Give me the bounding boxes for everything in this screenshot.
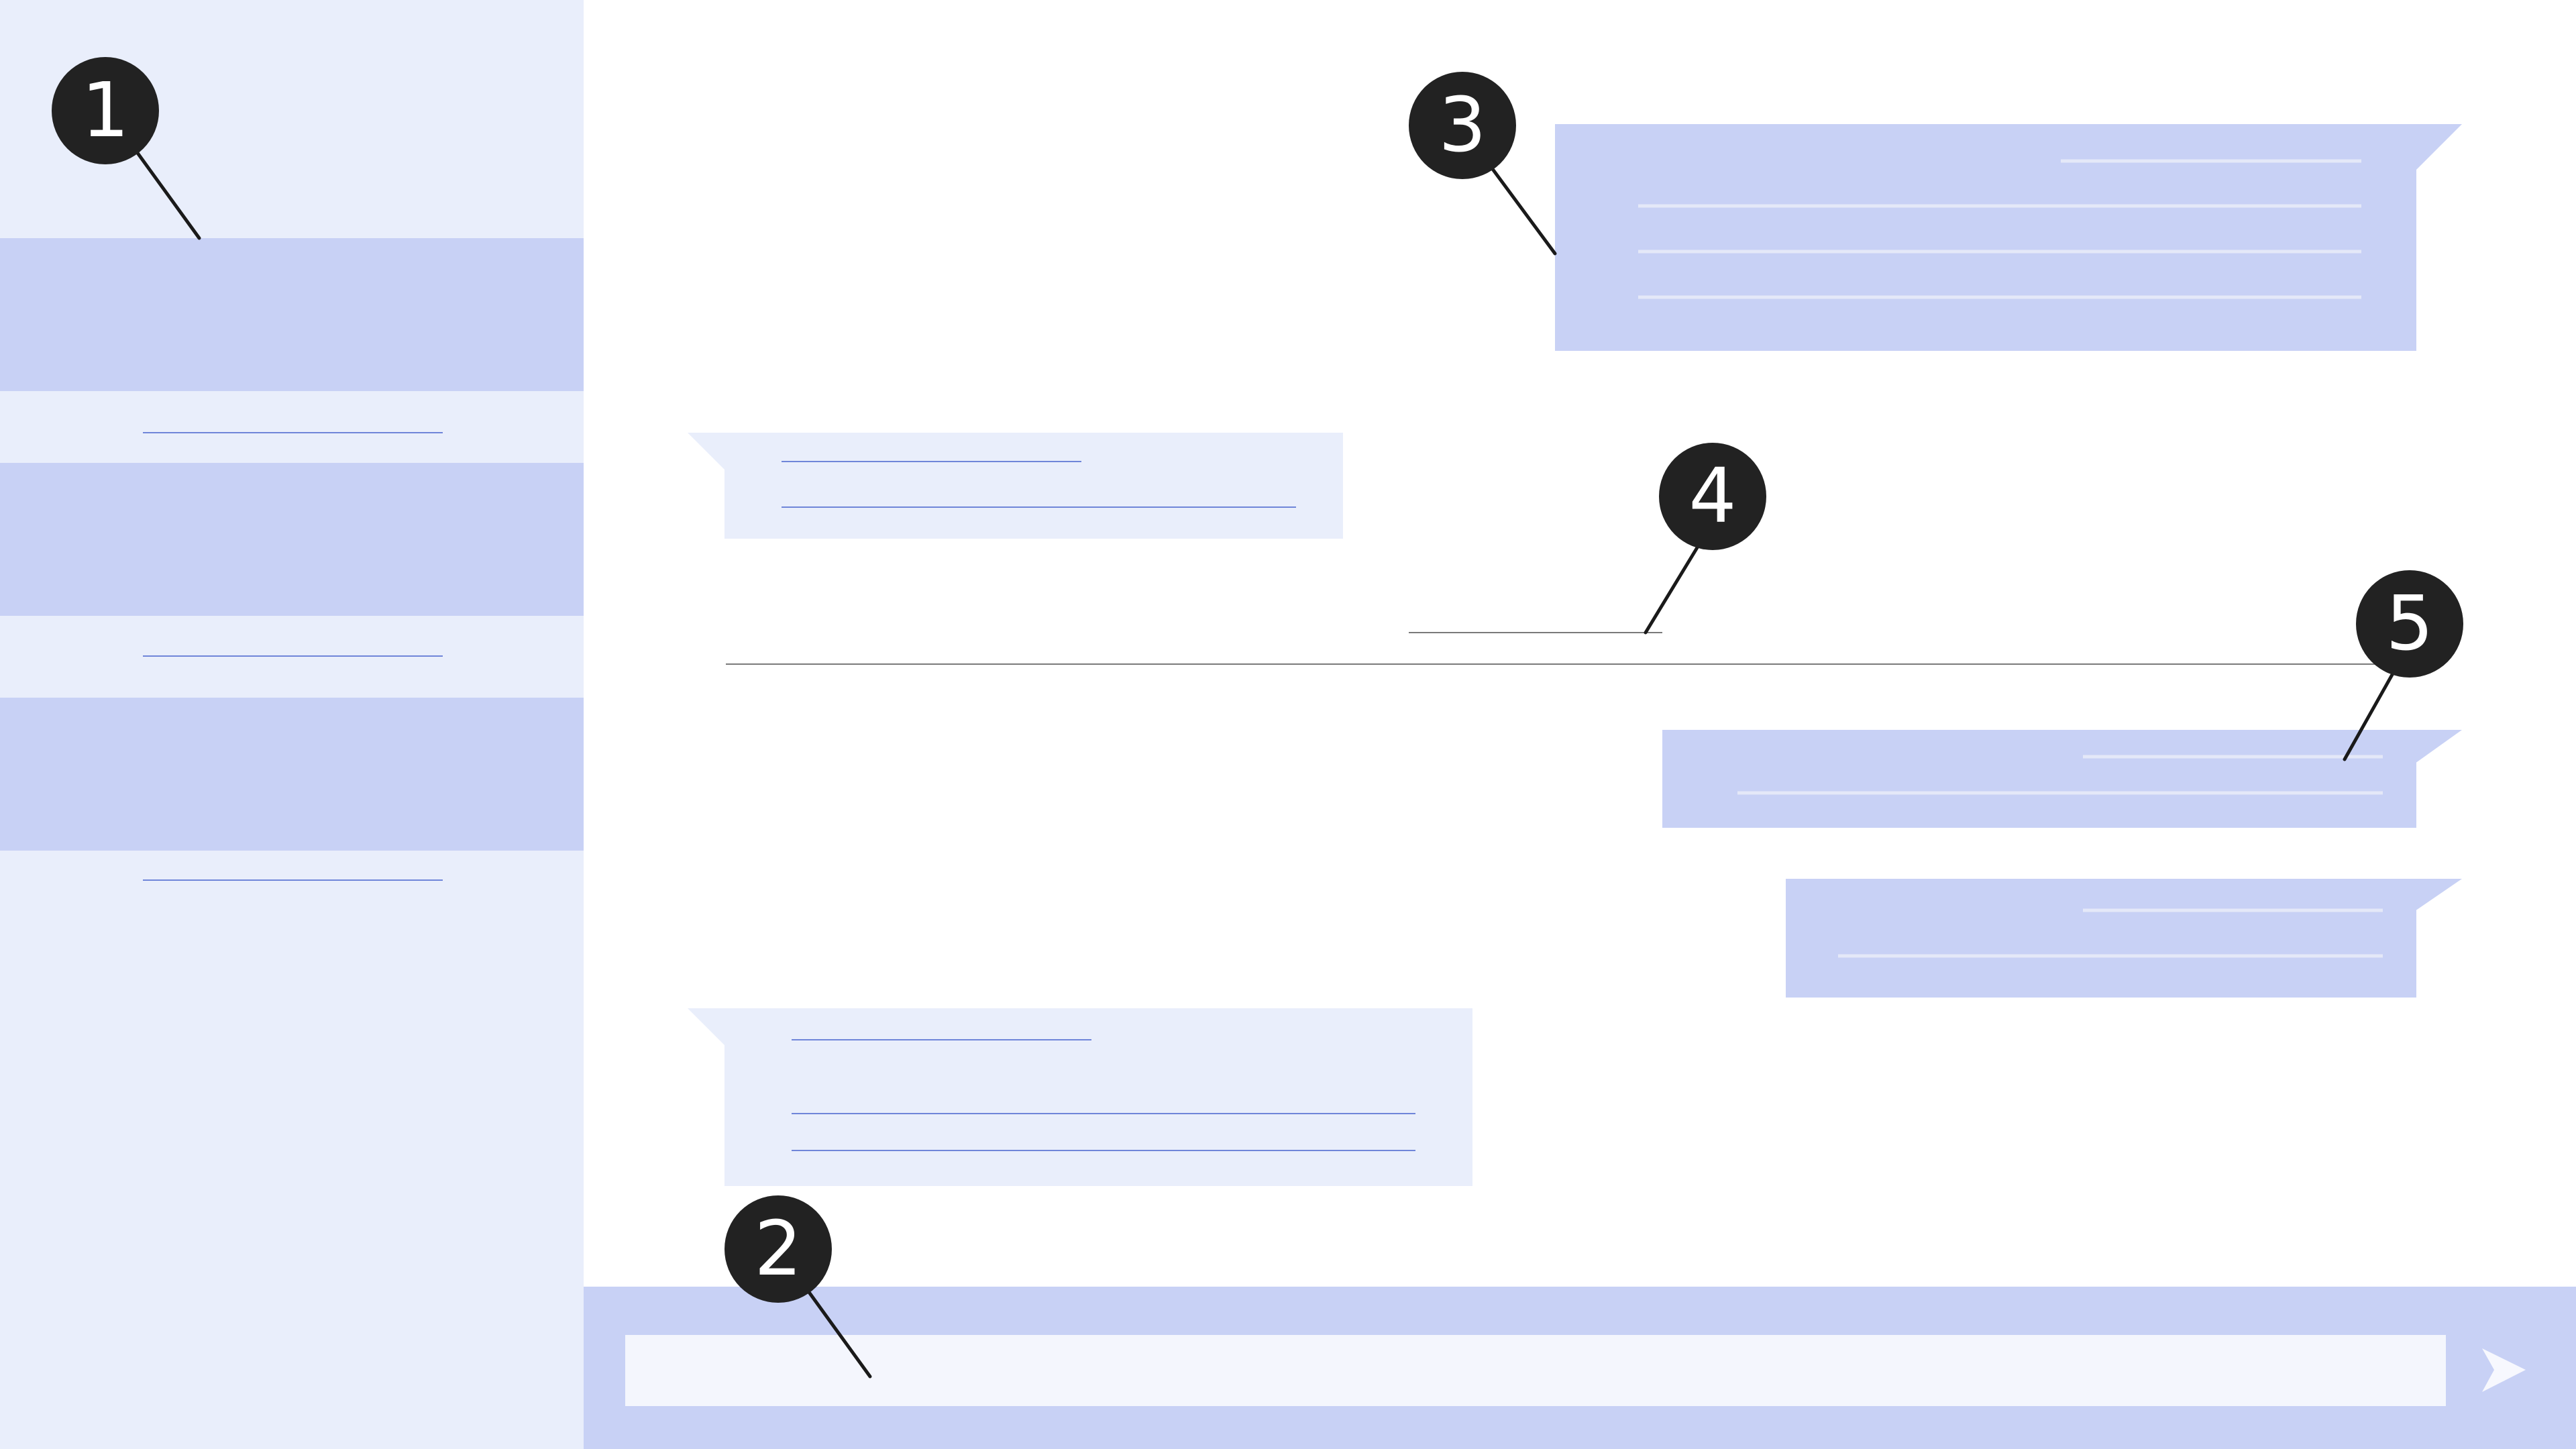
- conversation-item[interactable]: [0, 698, 584, 851]
- outgoing-message: [1555, 124, 2462, 351]
- incoming-bubble: [724, 1008, 1472, 1186]
- callout-marker: 1: [52, 57, 159, 164]
- callout-marker: 2: [724, 1195, 832, 1303]
- incoming-bubble: [724, 433, 1343, 539]
- bubble-tail: [2415, 879, 2462, 911]
- outgoing-bubble: [1662, 730, 2416, 828]
- outgoing-bubble: [1786, 879, 2416, 998]
- bubble-tail: [2415, 124, 2462, 171]
- sidebar-conversation-list: [0, 238, 584, 881]
- outgoing-message: [1662, 730, 2462, 828]
- callout-marker: 3: [1409, 72, 1516, 179]
- callout-marker: 4: [1659, 443, 1766, 550]
- callout-line-3: [1489, 164, 1557, 256]
- bubble-tail: [688, 1008, 724, 1045]
- wireframe-canvas: 1 2 3 4 5: [0, 0, 2576, 1449]
- marker-number: 4: [1688, 453, 1736, 540]
- bubble-tail: [2415, 730, 2462, 763]
- marker-number: 1: [81, 67, 129, 154]
- conversation-item[interactable]: [0, 238, 584, 391]
- sidebar: [0, 0, 584, 1449]
- marker-number: 2: [754, 1205, 802, 1293]
- marker-number: 5: [2385, 580, 2433, 667]
- timestamp-divider: [726, 632, 2415, 665]
- conversation-item[interactable]: [0, 463, 584, 616]
- callout-line-4: [1644, 540, 1703, 635]
- callout-marker: 5: [2356, 570, 2463, 678]
- incoming-message: [688, 433, 1343, 539]
- outgoing-bubble: [1555, 124, 2416, 351]
- marker-number: 3: [1438, 82, 1486, 169]
- bubble-tail: [688, 433, 724, 470]
- outgoing-message: [1786, 879, 2462, 998]
- incoming-message: [688, 1008, 1472, 1186]
- message-input[interactable]: [625, 1335, 2446, 1406]
- chat-wireframe: 1 2 3 4 5: [0, 0, 2576, 1449]
- composer-bar: [584, 1287, 2576, 1449]
